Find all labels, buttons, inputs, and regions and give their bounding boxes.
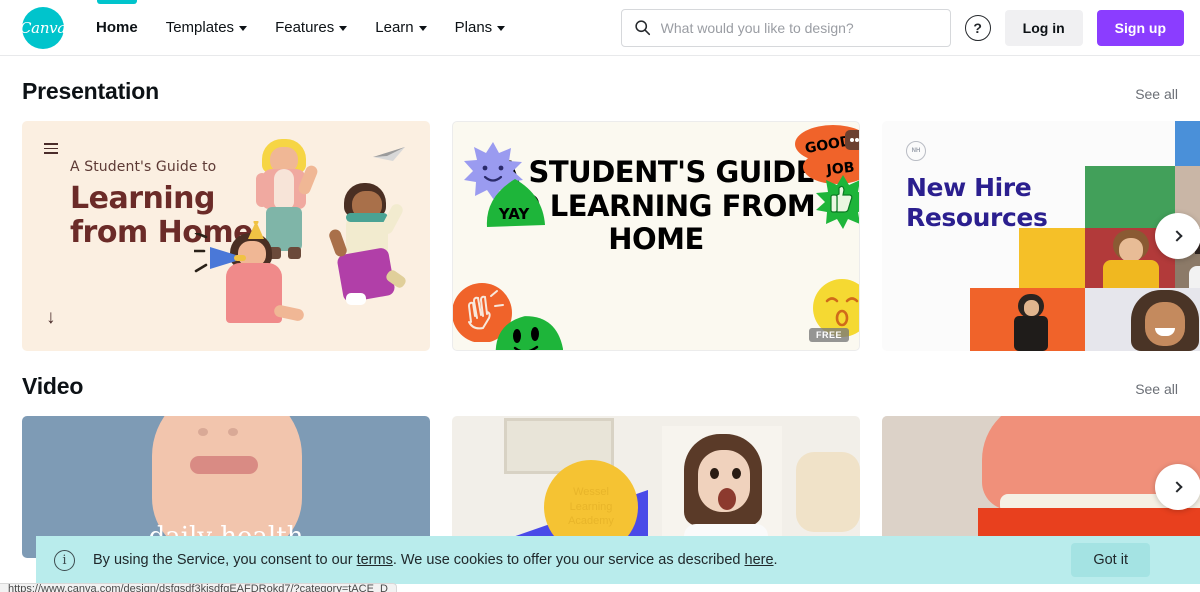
- presentation-section-head: Presentation See all: [22, 56, 1178, 105]
- hamburger-icon: [44, 143, 58, 157]
- chevron-right-icon: [1170, 230, 1183, 242]
- cookie-banner-text: By using the Service, you consent to our…: [93, 552, 778, 568]
- pillow: [796, 452, 860, 532]
- figure-arm: [256, 173, 268, 207]
- free-badge: FREE: [808, 328, 849, 342]
- signup-button[interactable]: Sign up: [1096, 9, 1184, 46]
- here-link[interactable]: here: [745, 552, 774, 568]
- section-title-video: Video: [22, 373, 84, 399]
- nav-label: Templates: [165, 19, 235, 36]
- terms-link[interactable]: terms: [357, 552, 393, 568]
- info-icon: i: [54, 549, 75, 571]
- figure-shoe: [288, 247, 301, 259]
- chevron-down-icon: [418, 26, 427, 31]
- overlay-line2: Learning: [569, 500, 613, 513]
- photo-woman-dark: [970, 288, 1085, 351]
- clay-characters-illustration: [194, 121, 430, 351]
- presentation-card-row: ↓ A Student's Guide to Learning from Hom…: [22, 121, 1200, 351]
- green-face-sticker: [495, 316, 563, 350]
- help-icon[interactable]: ?: [964, 14, 991, 41]
- nav-label: Features: [275, 19, 335, 36]
- cookie-text-middle: . We use cookies to offer you our servic…: [392, 552, 745, 568]
- figure-collar: [346, 213, 388, 222]
- nav-item-plans[interactable]: Plans: [441, 0, 520, 56]
- chevron-right-icon: [1170, 481, 1183, 493]
- card-title-line1: New Hire: [906, 173, 1032, 202]
- video-section-head: Video See all: [22, 351, 1178, 400]
- login-button[interactable]: Log in: [1004, 9, 1083, 46]
- see-all-video[interactable]: See all: [1135, 381, 1178, 397]
- child-eye: [710, 468, 719, 479]
- search-input[interactable]: [660, 19, 938, 36]
- presentation-next-button[interactable]: [1155, 213, 1200, 259]
- card-title: New Hire Resources: [906, 173, 1048, 233]
- presentation-card-new-hire-resources[interactable]: NH New Hire Resources: [882, 121, 1200, 351]
- chevron-down-icon: [239, 26, 248, 31]
- nav-item-templates[interactable]: Templates: [152, 0, 261, 56]
- presentation-card-students-guide-poster[interactable]: A STUDENT'S GUIDE TO LEARNING FROM HOME …: [452, 121, 860, 351]
- active-tab-indicator: [96, 0, 137, 4]
- cookie-consent-banner: i By using the Service, you consent to o…: [36, 536, 1200, 584]
- cookie-text-before: By using the Service, you consent to our: [93, 552, 357, 568]
- child-mouth: [718, 488, 736, 510]
- overlay-line3: Academy: [568, 515, 614, 528]
- thumbs-up-sticker: [816, 175, 859, 229]
- nav-label: Home: [96, 19, 138, 36]
- nostril: [198, 428, 208, 436]
- figure-pants: [266, 207, 302, 251]
- child-eye: [732, 468, 741, 479]
- nostril: [228, 428, 238, 436]
- logo-mark-text: NH: [911, 148, 921, 154]
- chevron-down-icon: [497, 26, 506, 31]
- figure-shirt: [274, 169, 294, 209]
- site-header: Canva Home Templates Features Learn Plan…: [0, 0, 1200, 56]
- grid-block-yellow: [1019, 228, 1085, 288]
- company-logo-mark: NH: [906, 141, 926, 161]
- overlay-line1: Wessel: [573, 485, 609, 498]
- page-title: Presentation: [22, 78, 159, 104]
- help-glyph: ?: [973, 19, 982, 36]
- party-hat-icon: [248, 221, 264, 239]
- nav-label: Learn: [375, 19, 414, 36]
- grid-block-blue: [1175, 121, 1200, 166]
- presentation-card-learning-from-home[interactable]: ↓ A Student's Guide to Learning from Hom…: [22, 121, 430, 351]
- canva-logo[interactable]: Canva: [20, 6, 66, 49]
- main-nav: Home Templates Features Learn Plans: [82, 0, 519, 56]
- down-arrow-icon: ↓: [46, 307, 56, 328]
- presentation-section: Presentation See all ↓ A Student's Guide…: [0, 56, 1200, 351]
- search-box[interactable]: [620, 8, 951, 47]
- svg-text:YAY: YAY: [498, 205, 531, 223]
- paper-plane-icon: [373, 147, 405, 161]
- cookie-text-after: .: [773, 552, 778, 568]
- yay-sticker: YAY: [486, 179, 545, 227]
- chevron-down-icon: [339, 26, 348, 31]
- nav-item-learn[interactable]: Learn: [361, 0, 440, 56]
- nav-item-home[interactable]: Home: [82, 0, 152, 56]
- sound-lines-icon: [194, 233, 208, 273]
- photo-woman-smiling: [1085, 288, 1200, 351]
- header-actions: ? Log in Sign up: [620, 8, 1184, 47]
- video-next-button[interactable]: [1155, 464, 1200, 510]
- figure-shoe: [346, 293, 366, 305]
- video-section: Video See all daily health: [0, 351, 1200, 558]
- nav-item-features[interactable]: Features: [261, 0, 361, 56]
- see-all-presentation[interactable]: See all: [1135, 86, 1178, 102]
- logo-text: Canva: [20, 18, 66, 37]
- got-it-button[interactable]: Got it: [1071, 543, 1150, 577]
- search-icon: [635, 20, 650, 36]
- card-title-line1: Learning: [70, 181, 215, 216]
- lips-shape: [190, 456, 258, 474]
- nav-label: Plans: [454, 19, 493, 36]
- status-bar-url: https://www.canva.com/design/dsfgsdf3kjs…: [0, 583, 397, 592]
